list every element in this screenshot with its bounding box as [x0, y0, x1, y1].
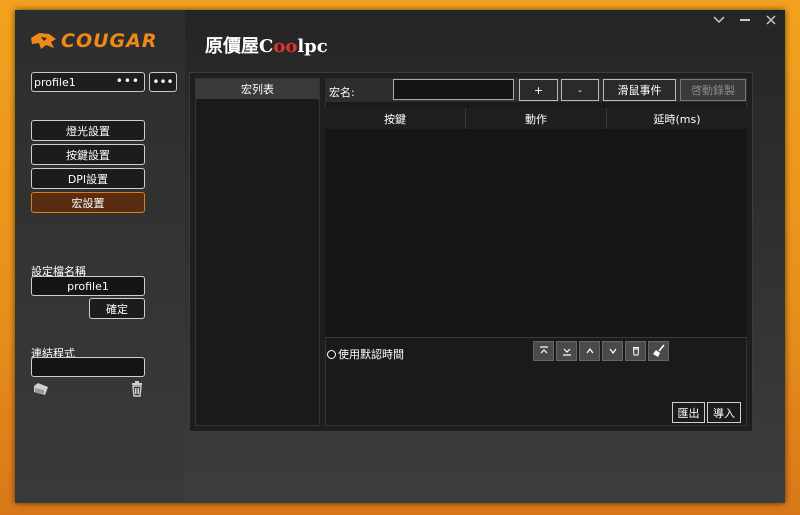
close-icon[interactable]: [763, 12, 779, 28]
profile-options-icon: •••: [115, 74, 140, 88]
partner-logo-suffix: lpc: [297, 36, 328, 57]
move-bottom-button[interactable]: [556, 341, 577, 361]
default-time-radio[interactable]: 使用默認時間: [327, 346, 404, 362]
macro-name-bar: 宏名: + - 滑鼠事件 啓動錄製: [325, 78, 747, 102]
macro-grid-header: 按鍵 動作 延時(ms): [325, 108, 747, 129]
partner-logo-c: C: [259, 36, 274, 57]
add-macro-label: +: [533, 83, 544, 97]
record-label: 啓動錄製: [691, 84, 735, 97]
confirm-button[interactable]: 確定: [89, 298, 145, 319]
export-button[interactable]: 匯出: [672, 402, 705, 423]
lighting-settings-label: 燈光設置: [66, 124, 110, 138]
divider: [325, 337, 747, 338]
partner-logo-oo: oo: [273, 36, 298, 57]
move-top-icon: [539, 346, 548, 354]
partner-logo: 原價屋Coolpc: [205, 32, 328, 58]
clear-all-button[interactable]: [648, 341, 669, 361]
dpi-settings-label: DPI設置: [67, 172, 109, 186]
broom-icon: [652, 344, 665, 357]
profile-name-input[interactable]: profile1: [31, 276, 145, 296]
move-bottom-icon: [562, 348, 571, 356]
link-program-input[interactable]: [31, 357, 145, 377]
import-button[interactable]: 導入: [707, 402, 741, 423]
partner-logo-prefix: 原價屋: [205, 36, 259, 57]
trash-icon[interactable]: [129, 381, 145, 397]
macro-name-label: 宏名:: [329, 86, 355, 99]
trash-icon: [632, 347, 639, 356]
profile-select-value: profile1: [34, 75, 76, 89]
profile-name-value: profile1: [67, 279, 109, 293]
import-label: 導入: [713, 406, 735, 420]
add-macro-button[interactable]: +: [519, 79, 558, 101]
window-controls: [711, 12, 779, 28]
default-time-label: 使用默認時間: [338, 348, 404, 361]
move-up-icon: [586, 348, 593, 354]
more-icon: •••: [152, 75, 174, 89]
remove-macro-button[interactable]: -: [561, 79, 599, 101]
column-action: 動作: [466, 108, 607, 129]
macro-settings-label: 宏設置: [71, 196, 105, 210]
move-down-button[interactable]: [602, 341, 623, 361]
remove-macro-label: -: [578, 83, 582, 97]
record-button[interactable]: 啓動錄製: [680, 79, 746, 101]
cougar-head-icon: [31, 33, 56, 49]
logo-text: COUGAR: [61, 30, 158, 52]
move-down-icon: [609, 348, 616, 354]
macro-grid-body[interactable]: [325, 129, 747, 337]
dpi-settings-button[interactable]: DPI設置: [31, 168, 145, 189]
move-top-button[interactable]: [533, 341, 554, 361]
radio-icon: [327, 349, 336, 359]
column-delay: 延時(ms): [607, 108, 747, 129]
mouse-event-label: 滑鼠事件: [617, 84, 662, 97]
cougar-logo: COUGAR: [29, 28, 179, 54]
delete-row-button[interactable]: [625, 341, 646, 361]
macro-name-input[interactable]: [393, 79, 514, 100]
key-settings-button[interactable]: 按鍵設置: [31, 144, 145, 165]
confirm-label: 確定: [106, 302, 128, 316]
macro-settings-button[interactable]: 宏設置: [31, 192, 145, 213]
folder-icon[interactable]: [33, 381, 49, 397]
macro-list-header: 宏列表: [196, 79, 319, 99]
export-label: 匯出: [677, 406, 700, 420]
lighting-settings-button[interactable]: 燈光設置: [31, 120, 145, 141]
profile-select[interactable]: profile1 •••: [31, 72, 145, 92]
profile-more-button[interactable]: •••: [149, 72, 177, 92]
move-up-button[interactable]: [579, 341, 600, 361]
chevron-down-icon[interactable]: [711, 12, 727, 28]
minimize-icon[interactable]: [737, 12, 753, 28]
mouse-event-button[interactable]: 滑鼠事件: [603, 79, 676, 101]
macro-list[interactable]: 宏列表: [195, 78, 320, 426]
key-settings-label: 按鍵設置: [66, 148, 110, 162]
column-key: 按鍵: [325, 108, 466, 129]
app-window: COUGAR 原價屋Coolpc profile1 ••• ••• 燈光設置 按…: [15, 10, 785, 503]
